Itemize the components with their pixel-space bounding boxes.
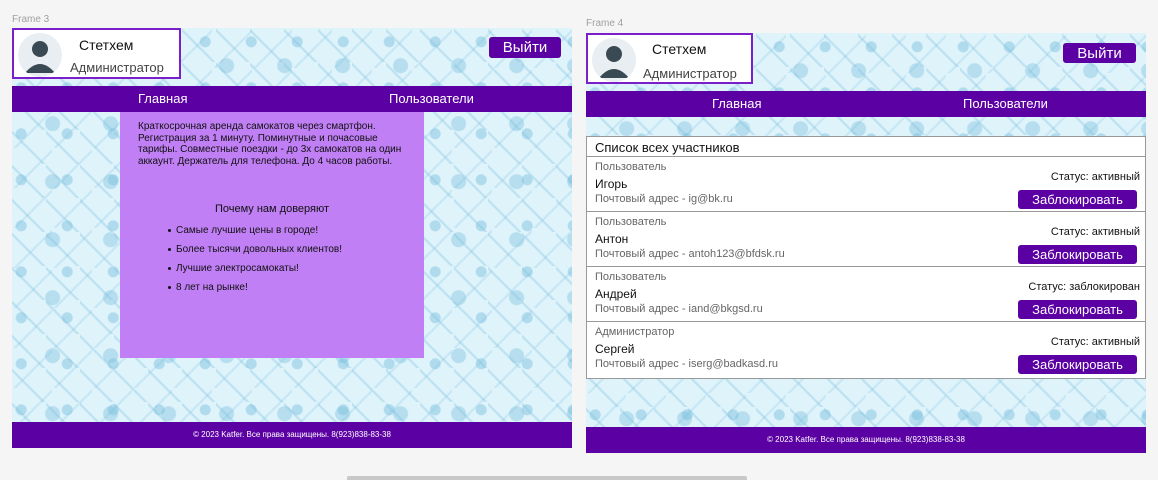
row-name: Сергей (595, 342, 635, 356)
list-item: 8 лет на рынке! (168, 278, 342, 297)
users-list: Список всех участников Пользователь Игор… (586, 136, 1146, 379)
user-name: Стетхем (79, 37, 134, 53)
user-name: Стетхем (652, 41, 707, 57)
footer: © 2023 Katfer. Все права защищены. 8(923… (586, 427, 1146, 453)
list-item: Более тысячи довольных клиентов! (168, 240, 342, 259)
row-type: Пользователь (595, 271, 667, 283)
row-name: Антон (595, 232, 629, 246)
user-role: Администратор (70, 60, 164, 75)
status-badge: Статус: активный (1050, 171, 1140, 183)
row-type: Администратор (595, 326, 675, 338)
logout-button[interactable]: Выйти (1063, 43, 1136, 63)
status-badge: Статус: активный (1050, 336, 1140, 348)
table-row: Администратор Сергей Почтовый адрес - is… (587, 322, 1145, 376)
promo-text: Краткосрочная аренда самокатов через сма… (138, 121, 402, 167)
footer: © 2023 Katfer. Все права защищены. 8(923… (12, 422, 572, 448)
row-type: Пользователь (595, 161, 667, 173)
user-role: Администратор (643, 66, 737, 81)
status-badge: Статус: активный (1050, 226, 1140, 238)
row-name: Андрей (595, 287, 637, 301)
users-list-title: Список всех участников (587, 137, 1145, 157)
block-user-button[interactable]: Заблокировать (1018, 245, 1137, 264)
table-row: Пользователь Антон Почтовый адрес - anto… (587, 212, 1145, 267)
table-row: Пользователь Андрей Почтовый адрес - ian… (587, 267, 1145, 322)
row-email: Почтовый адрес - ig@bk.ru (595, 193, 733, 205)
row-email: Почтовый адрес - antoh123@bfdsk.ru (595, 248, 785, 260)
table-row: Пользователь Игорь Почтовый адрес - ig@b… (587, 157, 1145, 212)
user-card[interactable]: Стетхем Администратор (586, 33, 753, 84)
nav-item-users[interactable]: Пользователи (389, 91, 474, 106)
horizontal-scrollbar[interactable] (347, 476, 747, 480)
frame-4: Стетхем Администратор Выйти Главная Поль… (586, 33, 1146, 453)
logout-button[interactable]: Выйти (489, 37, 561, 58)
row-email: Почтовый адрес - iand@bkgsd.ru (595, 303, 763, 315)
nav-item-home[interactable]: Главная (138, 91, 187, 106)
block-user-button[interactable]: Заблокировать (1018, 190, 1137, 209)
promo-card: Краткосрочная аренда самокатов через сма… (120, 112, 424, 358)
user-card[interactable]: Стетхем Администратор (12, 28, 181, 79)
block-user-button[interactable]: Заблокировать (1018, 355, 1137, 374)
promo-list: Самые лучшие цены в городе! Более тысячи… (168, 221, 342, 297)
nav-item-home[interactable]: Главная (712, 96, 761, 111)
row-name: Игорь (595, 177, 628, 191)
frame-label: Frame 3 (12, 14, 50, 25)
main-nav: Главная Пользователи (586, 91, 1146, 117)
promo-heading: Почему нам доверяют (214, 203, 330, 215)
avatar-icon (18, 33, 62, 77)
block-user-button[interactable]: Заблокировать (1018, 300, 1137, 319)
status-badge: Статус: заблокирован (1028, 281, 1140, 293)
row-email: Почтовый адрес - iserg@badkasd.ru (595, 358, 778, 370)
frame-label: Frame 4 (586, 18, 624, 29)
list-item: Самые лучшие цены в городе! (168, 221, 342, 240)
row-type: Пользователь (595, 216, 667, 228)
list-item: Лучшие электросамокаты! (168, 259, 342, 278)
avatar-icon (592, 38, 636, 82)
frame-3: Стетхем Администратор Выйти Главная Поль… (12, 28, 572, 448)
nav-item-users[interactable]: Пользователи (963, 96, 1048, 111)
main-nav: Главная Пользователи (12, 86, 572, 112)
